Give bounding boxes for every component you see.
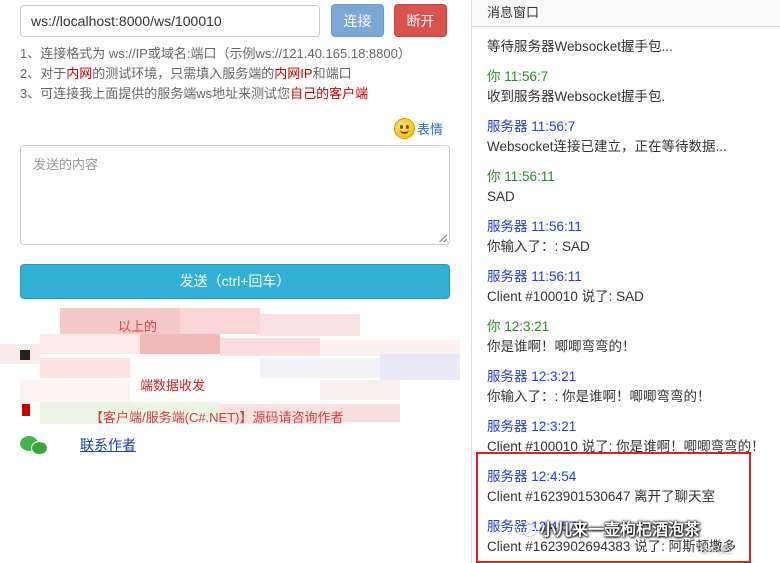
- disconnect-button[interactable]: 断开: [394, 4, 447, 37]
- you-timestamp: 你 12:3:21: [487, 319, 550, 334]
- tip-text: 1、连接格式为 ws://IP或域名:端口（示例ws://121.40.165.…: [20, 46, 411, 61]
- server-timestamp: 服务器 12:3:21: [487, 369, 577, 384]
- watermark-subtext: 技术社区: [700, 545, 732, 554]
- message-text: 你输入了：: 你是谁啊！唧唧弯弯的！: [487, 389, 711, 404]
- message-text: SAD: [487, 189, 515, 204]
- tip-highlight: 自己的客户端: [290, 86, 369, 101]
- message-text: 收到服务器Websocket握手包.: [487, 89, 666, 104]
- left-panel: ws://localhost:8000/ws/100010 连接 断开 1、连接…: [0, 0, 462, 563]
- contact-author-label[interactable]: 联系作者: [80, 435, 136, 455]
- smiley-icon[interactable]: [394, 117, 415, 139]
- resize-handle[interactable]: [439, 234, 447, 242]
- server-timestamp: 服务器 11:56:11: [487, 219, 582, 234]
- tip-text: 和端口: [312, 66, 352, 81]
- tip-text: 的测试环境，只需填入服务端的: [92, 66, 275, 81]
- message-text: 你输入了：: SAD: [487, 239, 590, 254]
- tip-line: 1、连接格式为 ws://IP或域名:端口（示例ws://121.40.165.…: [20, 44, 460, 64]
- server-timestamp: 服务器 11:56:11: [487, 269, 582, 284]
- blurred-text-3: 【客户端/服务端(C#.NET)】源码请咨询作者: [90, 410, 344, 425]
- message-text: Client #100010 说了: SAD: [487, 289, 644, 304]
- tip-highlight: 内网: [66, 66, 93, 81]
- tip-line: 3、可连接我上面提供的服务端ws地址来测试您自己的客户端: [20, 84, 460, 104]
- tip-text: 2、对于: [20, 66, 67, 81]
- blurred-text-1: 以上的: [118, 319, 158, 334]
- watermark-text: 小儿来一壶枸杞酒泡茶: [540, 522, 701, 539]
- connect-button[interactable]: 连接: [331, 4, 384, 37]
- connection-tips: 1、连接格式为 ws://IP或域名:端口（示例ws://121.40.165.…: [20, 44, 460, 104]
- you-timestamp: 你 11:56:7: [487, 69, 549, 84]
- wechat-icon: [20, 434, 50, 456]
- tip-highlight: 内网IP: [274, 66, 313, 81]
- message-text: Websocket连接已建立，正在等待数据...: [487, 139, 727, 154]
- message-panel-title: 消息窗口: [472, 0, 780, 27]
- websocket-url-input[interactable]: ws://localhost:8000/ws/100010: [20, 5, 320, 37]
- message-text: 等待服务器Websocket握手包...: [487, 39, 673, 54]
- emoji-label[interactable]: 表情: [417, 119, 443, 138]
- blurred-text-2: 端数据收发: [140, 378, 206, 393]
- tip-text: 3、可连接我上面提供的服务端ws地址来测试您: [20, 86, 291, 101]
- wechat-watermark-icon: [516, 520, 536, 536]
- tip-line: 2、对于内网的测试环境，只需填入服务端的内网IP和端口: [20, 64, 460, 84]
- emoji-button[interactable]: 表情: [394, 117, 443, 139]
- contact-author-link[interactable]: 联系作者: [20, 434, 136, 456]
- send-button[interactable]: 发送（ctrl+回车）: [20, 264, 450, 299]
- pixelated-region: 以上的 端数据收发 【客户端/服务端(C#.NET)】源码请咨询作者: [0, 300, 462, 430]
- message-text: 你是谁啊！唧唧弯弯的！: [487, 339, 636, 354]
- server-timestamp: 服务器 11:56:7: [487, 119, 576, 134]
- message-placeholder: 发送的内容: [33, 157, 99, 172]
- you-timestamp: 你 11:56:11: [487, 169, 555, 184]
- server-timestamp: 服务器 12:3:21: [487, 419, 577, 434]
- watermark: 小儿来一壶枸杞酒泡茶: [516, 516, 700, 540]
- message-textarea[interactable]: 发送的内容: [20, 145, 450, 245]
